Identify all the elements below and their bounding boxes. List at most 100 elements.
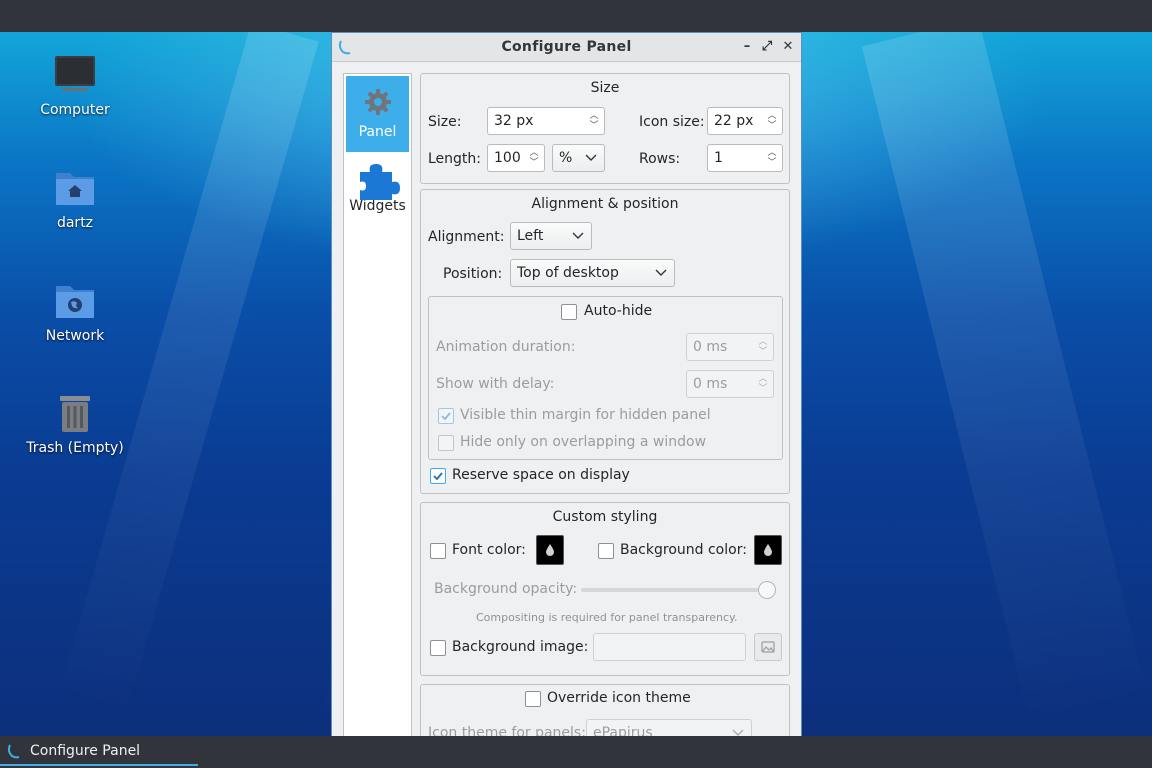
custom-styling-title: Custom styling (552, 509, 658, 525)
show-delay-value: 0 ms (693, 376, 728, 392)
background-image-path-field[interactable] (593, 633, 746, 661)
icon-size-spinbox[interactable]: 22 px ︿ ﹀ (707, 107, 783, 135)
alignment-label: Alignment: (428, 229, 505, 245)
override-icon-theme-label: Override icon theme (547, 690, 691, 706)
home-folder-icon (52, 165, 98, 211)
rows-label: Rows: (639, 151, 681, 167)
length-unit-value: % (559, 150, 573, 166)
font-color-checkbox[interactable] (430, 543, 446, 559)
network-folder-icon (52, 278, 98, 324)
icon-theme-group: Override icon theme Icon theme for panel… (420, 684, 790, 736)
font-color-button[interactable] (536, 535, 564, 565)
color-drop-icon (764, 544, 772, 556)
minimize-button[interactable]: – (739, 39, 755, 55)
length-label: Length: (428, 151, 482, 167)
window-titlebar[interactable]: Configure Panel – ⤢ ✕ (332, 33, 801, 62)
thin-margin-checkbox[interactable] (438, 408, 454, 424)
alignment-value: Left (517, 228, 544, 244)
spin-arrows-icon[interactable]: ︿ ﹀ (528, 148, 540, 168)
desktop-icon-network[interactable]: Network (20, 278, 130, 344)
background-image-browse-button[interactable] (754, 633, 782, 661)
show-delay-label: Show with delay: (436, 376, 555, 392)
size-group-title: Size (590, 80, 620, 96)
sidebar-item-label: Widgets (349, 198, 406, 214)
slider-handle[interactable] (758, 581, 776, 599)
alignment-group: Alignment & position Alignment: Left Pos… (420, 189, 790, 494)
compositing-note: Compositing is required for panel transp… (476, 611, 738, 624)
custom-styling-group: Custom styling Font color: Background co… (420, 502, 790, 676)
taskbar-item-configure-panel[interactable]: Configure Panel (0, 736, 198, 766)
taskbar: Configure Panel (0, 736, 1152, 768)
length-unit-combo[interactable]: % (552, 144, 605, 172)
spin-arrows-icon[interactable]: ︿ ﹀ (757, 337, 769, 357)
size-spinbox[interactable]: 32 px ︿ ﹀ (487, 107, 605, 135)
image-icon (761, 641, 775, 653)
checkmark-icon (441, 412, 451, 421)
length-value: 100 (494, 150, 521, 166)
background-image-checkbox[interactable] (430, 640, 446, 656)
show-delay-spinbox[interactable]: 0 ms ︿ ﹀ (686, 370, 774, 398)
font-color-label: Font color: (452, 542, 526, 558)
desktop-icon-label: Computer (40, 102, 110, 118)
autohide-box: Auto-hide Animation duration: 0 ms ︿ ﹀ Sh… (428, 296, 783, 460)
desktop-icon-home-folder[interactable]: dartz (20, 165, 130, 231)
length-spinbox[interactable]: 100 ︿ ﹀ (487, 144, 545, 172)
color-drop-icon (546, 544, 554, 556)
spin-arrows-icon[interactable]: ︿ ﹀ (757, 374, 769, 394)
desktop-icon-label: Trash (Empty) (26, 440, 124, 456)
size-label: Size: (428, 114, 462, 130)
top-bar (0, 0, 1152, 32)
rows-value: 1 (714, 150, 723, 166)
reserve-space-label: Reserve space on display (452, 467, 630, 483)
configure-panel-window: Configure Panel – ⤢ ✕ Panel Widgets Size… (331, 32, 802, 736)
chevron-down-icon (655, 266, 667, 282)
background-image-label: Background image: (452, 639, 589, 655)
puzzle-icon (359, 160, 400, 200)
chevron-down-icon (585, 151, 597, 167)
desktop-icon-label: dartz (56, 215, 94, 231)
spin-arrows-icon[interactable]: ︿ ﹀ (766, 111, 778, 131)
background-color-checkbox[interactable] (598, 543, 614, 559)
spin-arrows-icon[interactable]: ︿ ﹀ (766, 148, 778, 168)
sidebar-item-widgets[interactable]: Widgets (346, 156, 409, 232)
icon-theme-value: ePapirus (593, 725, 653, 736)
overlap-checkbox[interactable] (438, 435, 454, 451)
spin-arrows-icon[interactable]: ︿ ﹀ (588, 111, 600, 131)
close-button[interactable]: ✕ (780, 39, 796, 55)
maximize-button[interactable]: ⤢ (759, 39, 775, 55)
gear-icon (362, 86, 394, 118)
thin-margin-label: Visible thin margin for hidden panel (460, 407, 711, 423)
alignment-combo[interactable]: Left (510, 222, 592, 250)
size-group: Size Size: 32 px ︿ ﹀ Icon size: 22 px ︿ ﹀ … (420, 73, 790, 184)
light-ray (57, 32, 319, 719)
sidebar-item-panel[interactable]: Panel (346, 76, 409, 152)
autohide-label: Auto-hide (584, 303, 653, 319)
override-icon-theme-checkbox[interactable] (525, 691, 541, 707)
background-color-button[interactable] (754, 535, 782, 565)
taskbar-item-label: Configure Panel (30, 743, 141, 759)
chevron-down-icon (572, 229, 584, 245)
desktop-icon-trash[interactable]: Trash (Empty) (20, 390, 130, 456)
position-value: Top of desktop (517, 265, 619, 281)
computer-icon (52, 52, 98, 98)
animation-duration-spinbox[interactable]: 0 ms ︿ ﹀ (686, 333, 774, 361)
app-icon (7, 743, 21, 763)
window-title: Configure Panel (501, 39, 632, 55)
icon-theme-label: Icon theme for panels: (428, 725, 586, 736)
rows-spinbox[interactable]: 1 ︿ ﹀ (707, 144, 783, 172)
reserve-space-checkbox[interactable] (430, 468, 446, 484)
desktop-icon-computer[interactable]: Computer (20, 52, 130, 118)
icon-size-label: Icon size: (639, 114, 705, 130)
position-combo[interactable]: Top of desktop (510, 259, 675, 287)
icon-theme-combo[interactable]: ePapirus (586, 719, 752, 736)
sidebar-item-label: Panel (358, 124, 397, 140)
config-sidebar: Panel Widgets (343, 73, 412, 736)
autohide-checkbox[interactable] (561, 304, 577, 320)
icon-size-value: 22 px (714, 113, 754, 129)
checkmark-icon (433, 472, 443, 481)
desktop-icon-label: Network (45, 328, 105, 344)
position-label: Position: (443, 266, 503, 282)
alignment-group-title: Alignment & position (531, 196, 679, 212)
animation-duration-value: 0 ms (693, 339, 728, 355)
background-opacity-slider[interactable] (581, 588, 776, 592)
